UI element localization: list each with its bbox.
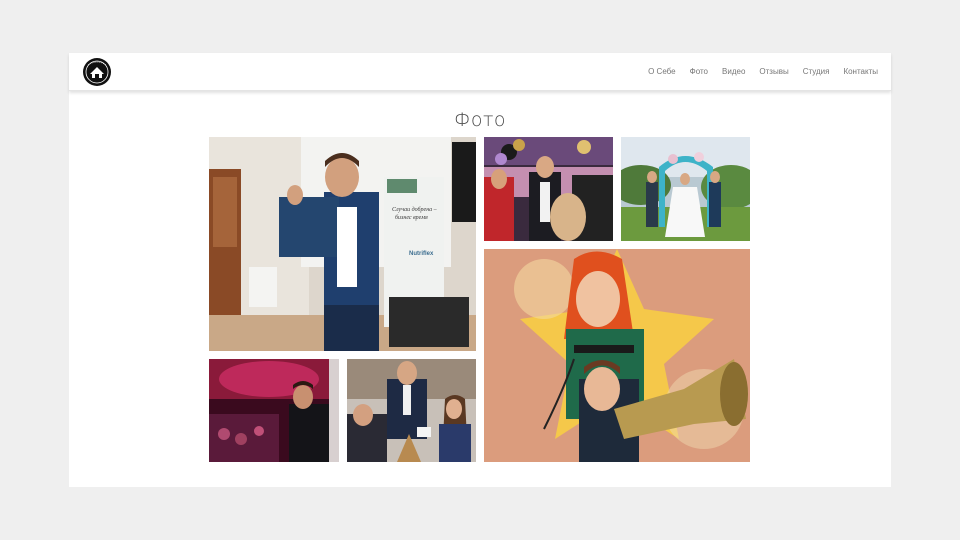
photo-star-tuba[interactable] bbox=[484, 249, 750, 462]
nav-item-about[interactable]: О Себе bbox=[648, 67, 676, 76]
photo-singer[interactable] bbox=[209, 359, 339, 462]
banner-text-line1: Случаи добрена – bbox=[392, 207, 437, 213]
banner-text-line2: бизнес время bbox=[395, 215, 428, 221]
photo-group-event[interactable] bbox=[347, 359, 476, 462]
nav-item-photo[interactable]: Фото bbox=[690, 67, 708, 76]
banner-brand: Nutriflex bbox=[409, 251, 434, 257]
nav-item-reviews[interactable]: Отзывы bbox=[759, 67, 788, 76]
nav-item-video[interactable]: Видео bbox=[722, 67, 745, 76]
photo-wedding[interactable] bbox=[621, 137, 750, 241]
photo-speaker[interactable]: Случаи добрена – бизнес время Nutriflex bbox=[209, 137, 476, 351]
site-logo[interactable] bbox=[82, 57, 112, 87]
page-card: О Себе Фото Видео Отзывы Студия Контакты… bbox=[69, 53, 891, 487]
site-header: О Себе Фото Видео Отзывы Студия Контакты bbox=[69, 53, 891, 91]
page-title: Фото bbox=[453, 108, 507, 131]
nav-item-studio[interactable]: Студия bbox=[803, 67, 830, 76]
main-nav: О Себе Фото Видео Отзывы Студия Контакты bbox=[648, 53, 878, 90]
nav-item-contacts[interactable]: Контакты bbox=[843, 67, 878, 76]
photo-party-balloons[interactable] bbox=[484, 137, 613, 241]
